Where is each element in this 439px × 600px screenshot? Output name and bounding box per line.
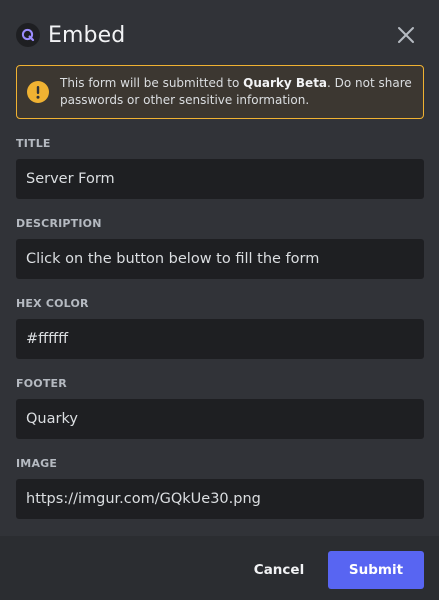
close-icon — [398, 27, 414, 43]
hex-color-label: HEX COLOR — [16, 297, 89, 310]
modal-title: Embed — [48, 22, 126, 48]
exclamation-icon — [27, 81, 49, 103]
submit-button[interactable]: Submit — [328, 551, 424, 589]
cancel-button[interactable]: Cancel — [246, 551, 312, 589]
quarky-q-icon — [16, 23, 40, 47]
title-input[interactable]: Server Form — [16, 159, 424, 199]
warning-text: This form will be submitted to Quarky Be… — [60, 75, 413, 109]
title-label: TITLE — [16, 137, 51, 150]
hex-color-input[interactable]: #ffffff — [16, 319, 424, 359]
description-input[interactable]: Click on the button below to fill the fo… — [16, 239, 424, 279]
warning-app-name: Quarky Beta — [243, 76, 328, 90]
modal-header: Embed — [16, 18, 423, 52]
close-button[interactable] — [395, 24, 417, 46]
footer-label: FOOTER — [16, 377, 67, 390]
description-label: DESCRIPTION — [16, 217, 102, 230]
warning-text-before: This form will be submitted to — [60, 76, 244, 90]
image-input[interactable]: https://imgur.com/GQkUe30.png — [16, 479, 424, 519]
image-label: IMAGE — [16, 457, 58, 470]
footer-input[interactable]: Quarky — [16, 399, 424, 439]
embed-modal: Embed This form will be submitted to Qua… — [0, 0, 439, 600]
warning-banner: This form will be submitted to Quarky Be… — [16, 65, 424, 119]
